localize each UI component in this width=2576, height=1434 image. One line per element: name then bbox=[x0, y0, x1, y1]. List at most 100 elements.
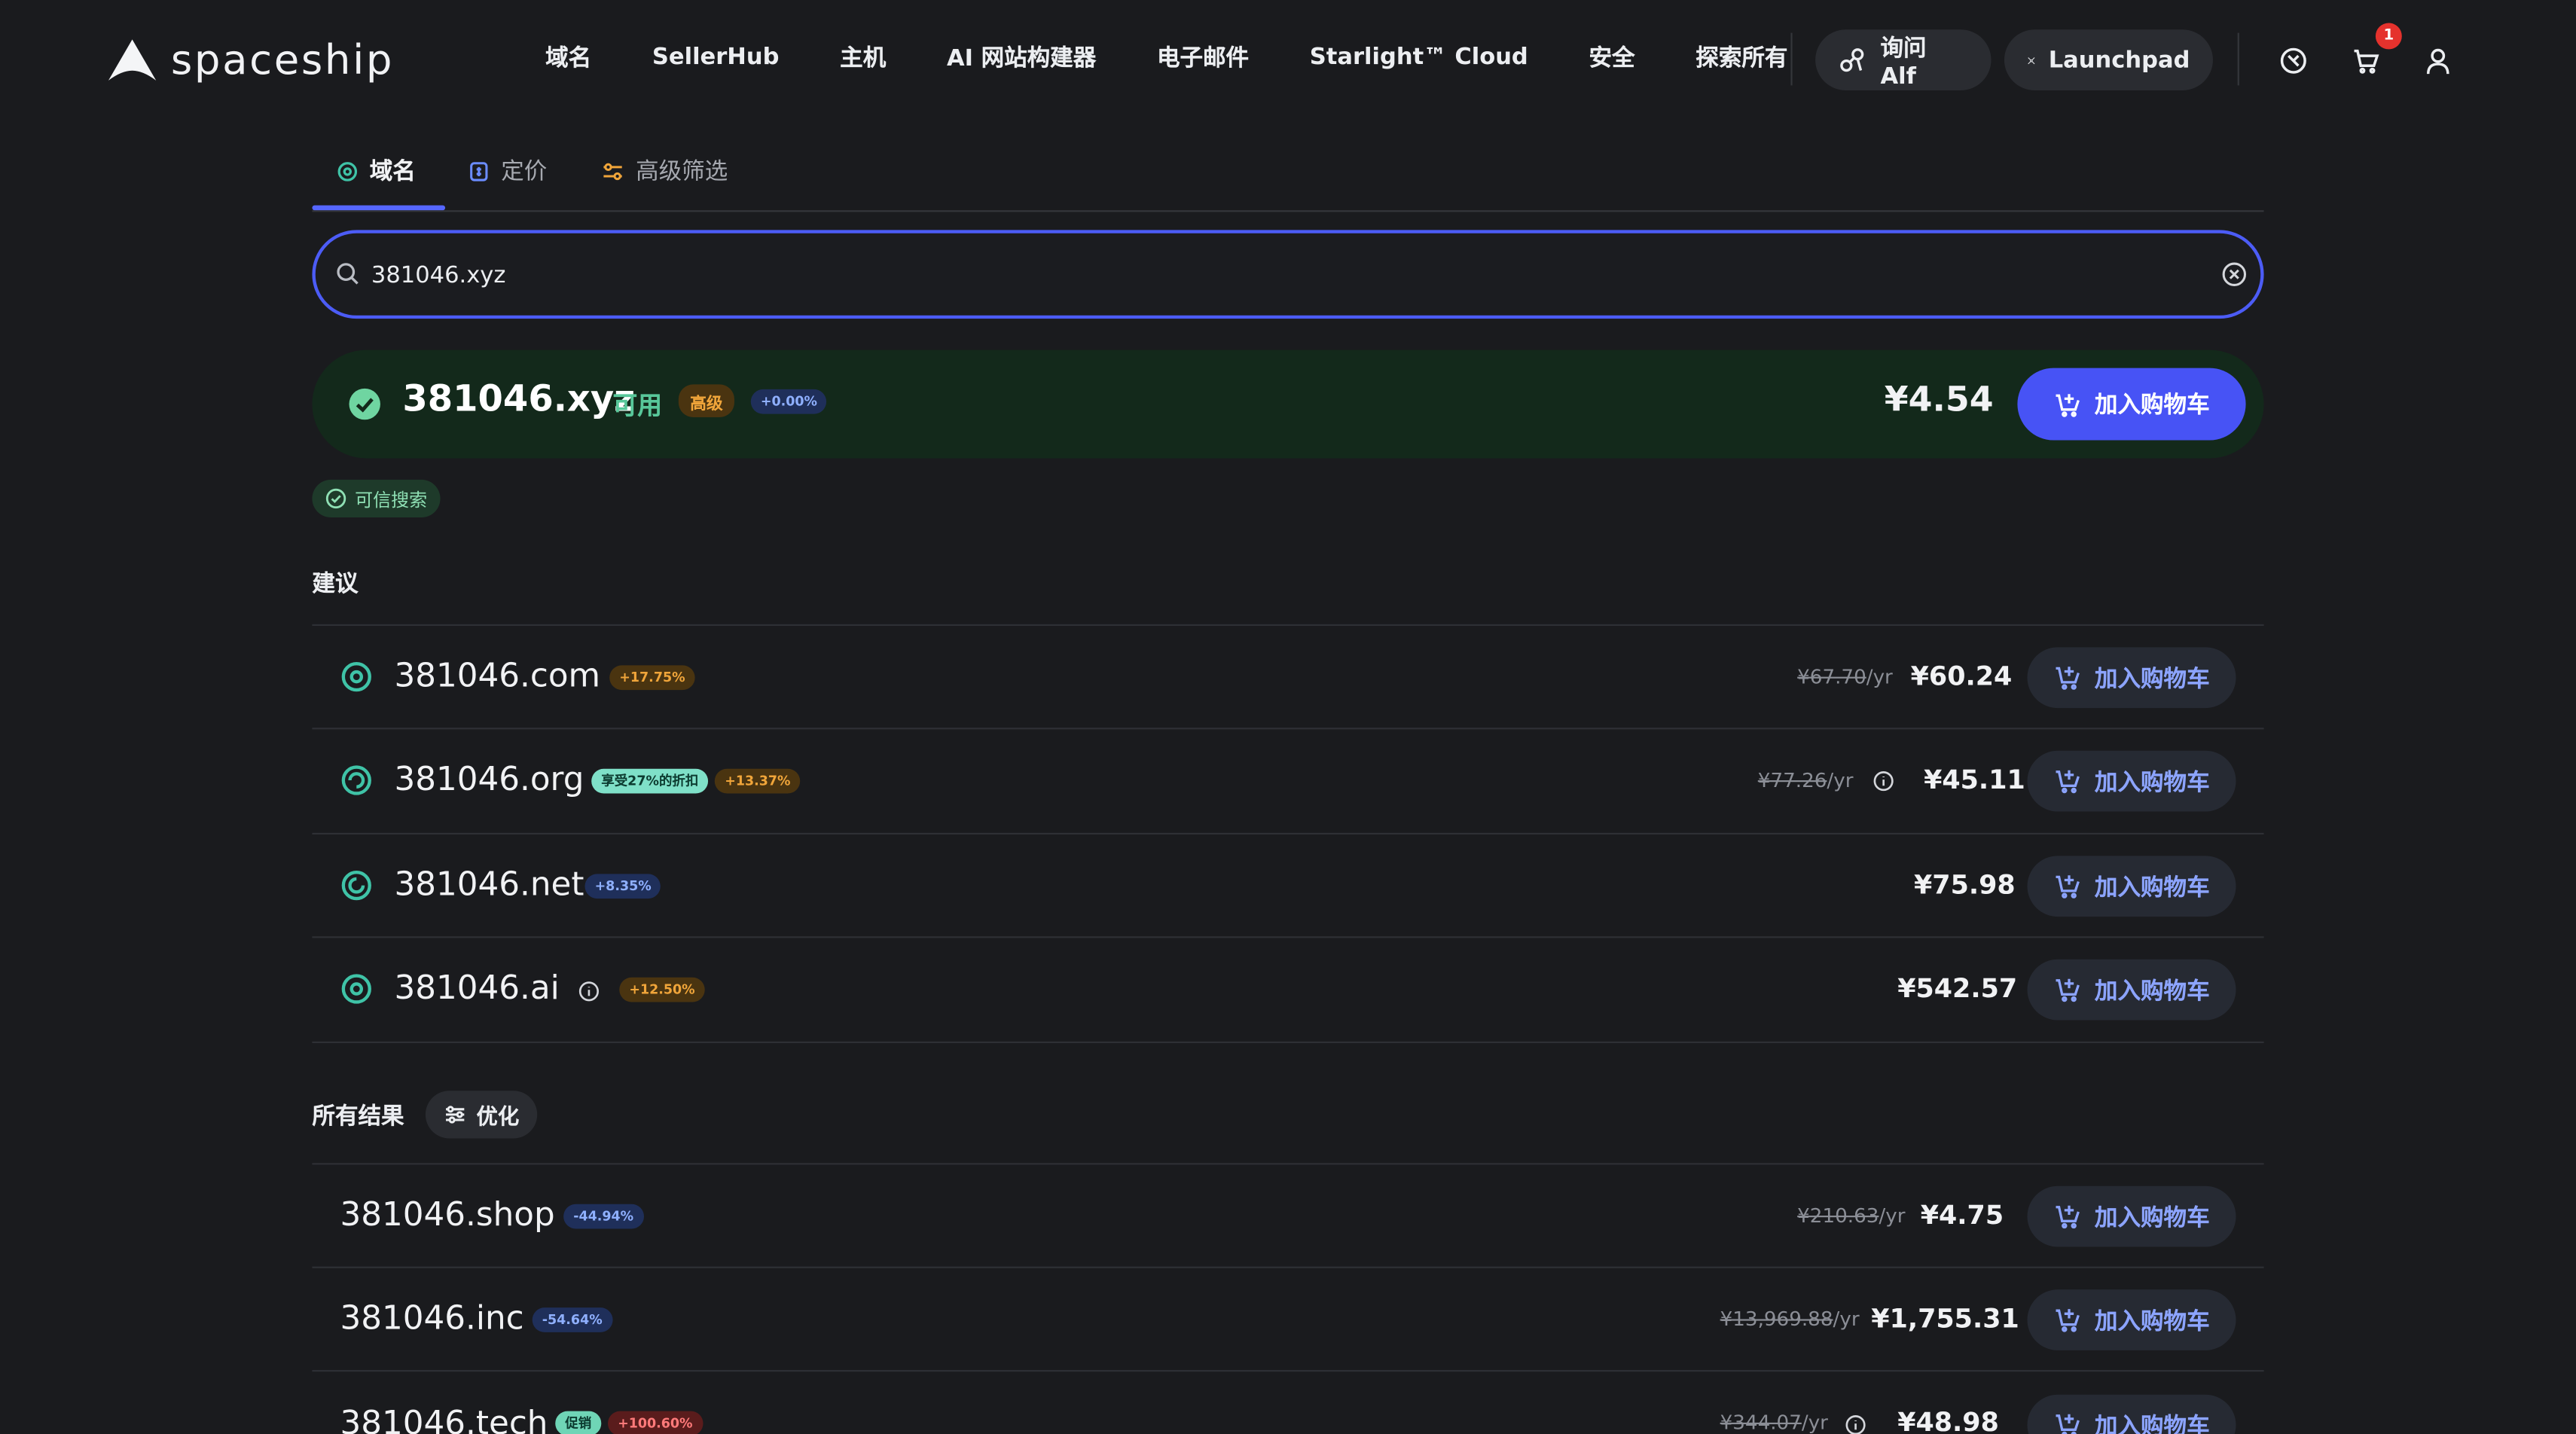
suggestion-domain[interactable]: 381046.ai bbox=[394, 968, 559, 1007]
ask-alf-button[interactable]: 询问 Alf bbox=[1815, 29, 1992, 90]
add-to-cart-button[interactable]: 加入购物车 bbox=[2017, 368, 2246, 441]
filter-sliders-icon bbox=[603, 162, 622, 180]
suggestion-domain[interactable]: 381046.org bbox=[394, 759, 584, 798]
price-change-badge: +0.00% bbox=[750, 389, 828, 414]
result-row: 381046.shop -44.94% ¥210.63/yr ¥4.75 加入购… bbox=[312, 1163, 2264, 1268]
add-to-cart-button[interactable]: 加入购物车 bbox=[2027, 1289, 2236, 1350]
tab-domains[interactable]: 域名 bbox=[337, 154, 416, 188]
result-domain[interactable]: 381046.tech bbox=[340, 1403, 548, 1434]
org-swirl-icon bbox=[341, 765, 371, 795]
nav-item-sellerhub[interactable]: SellerHub bbox=[652, 44, 780, 71]
info-icon[interactable] bbox=[578, 981, 600, 1002]
availability-status: 可用 bbox=[612, 391, 663, 421]
add-to-cart-button[interactable]: 加入购物车 bbox=[2027, 750, 2236, 812]
clear-search-icon[interactable] bbox=[2221, 261, 2248, 288]
add-cart-icon bbox=[2056, 1205, 2080, 1229]
sale-price: ¥75.98 bbox=[1914, 868, 2016, 901]
cart-button[interactable] bbox=[2348, 43, 2384, 79]
suggestion-row: 381046.com +17.75% ¥67.70/yr ¥60.24 加入购物… bbox=[312, 624, 2264, 730]
launchpad-button[interactable]: Launchpad bbox=[2004, 29, 2213, 90]
domain-search-input[interactable] bbox=[368, 233, 2182, 319]
sale-price: ¥60.24 bbox=[1910, 660, 2013, 692]
trusted-search-label: 可信搜索 bbox=[355, 488, 428, 511]
discount-badge: 享受27%的折扣 bbox=[591, 768, 709, 794]
nav-item-starlight[interactable]: Starlight™ Cloud bbox=[1310, 44, 1528, 71]
add-cart-icon bbox=[2056, 667, 2080, 690]
suggestions-title: 建议 bbox=[312, 572, 359, 598]
top-navigation: spaceship 域名 SellerHub 主机 AI 网站构建器 电子邮件 … bbox=[0, 0, 2576, 118]
nav-divider bbox=[2237, 32, 2239, 86]
result-domain[interactable]: 381046.shop bbox=[340, 1194, 554, 1234]
price-change-badge: -54.64% bbox=[532, 1307, 612, 1332]
nav-item-explore[interactable]: 探索所有 bbox=[1695, 41, 1787, 75]
trusted-search-badge[interactable]: 可信搜索 bbox=[312, 479, 441, 518]
add-cart-icon bbox=[2056, 1309, 2080, 1332]
search-icon bbox=[337, 263, 359, 285]
account-button[interactable] bbox=[2420, 43, 2456, 79]
launchpad-label: Launchpad bbox=[2048, 47, 2190, 74]
refine-label: 优化 bbox=[476, 1105, 520, 1130]
user-icon bbox=[2426, 48, 2449, 75]
exact-match-domain: 381046.xyz bbox=[402, 379, 636, 421]
tab-label: 域名 bbox=[369, 159, 416, 186]
add-to-cart-button[interactable]: 加入购物车 bbox=[2027, 1185, 2236, 1247]
add-to-cart-label: 加入购物车 bbox=[2094, 1308, 2210, 1335]
nav-item-email[interactable]: 电子邮件 bbox=[1157, 41, 1249, 75]
price-change-badge: +17.75% bbox=[609, 665, 695, 691]
nav-item-ai-builder[interactable]: AI 网站构建器 bbox=[947, 41, 1096, 75]
add-to-cart-button[interactable]: 加入购物车 bbox=[2027, 1394, 2236, 1434]
price-change-badge: +12.50% bbox=[619, 977, 705, 1002]
original-price: ¥77.26/yr bbox=[1757, 768, 1854, 792]
original-price: ¥13,969.88/yr bbox=[1720, 1307, 1860, 1331]
sliders-icon bbox=[446, 1106, 465, 1124]
add-to-cart-label: 加入购物车 bbox=[2094, 769, 2210, 796]
add-to-cart-label: 加入购物车 bbox=[2094, 1413, 2210, 1434]
tab-label: 高级筛选 bbox=[636, 159, 728, 186]
refine-button[interactable]: 优化 bbox=[425, 1091, 538, 1139]
spaceship-logo[interactable]: spaceship bbox=[107, 36, 394, 84]
result-row: 381046.tech 促销 +100.60% ¥344.07/yr ¥48.9… bbox=[312, 1370, 2264, 1434]
trusted-check-icon bbox=[325, 488, 346, 509]
suggestion-domain[interactable]: 381046.net bbox=[394, 864, 584, 903]
main-nav: 域名 SellerHub 主机 AI 网站构建器 电子邮件 Starlight™… bbox=[545, 41, 1848, 75]
original-price: ¥344.07/yr bbox=[1720, 1411, 1828, 1434]
sale-price: ¥45.11 bbox=[1924, 764, 2025, 795]
nav-item-security[interactable]: 安全 bbox=[1589, 41, 1635, 75]
suggestion-domain[interactable]: 381046.com bbox=[394, 655, 600, 694]
nav-item-domains[interactable]: 域名 bbox=[545, 41, 591, 75]
info-icon[interactable] bbox=[1872, 770, 1894, 792]
original-price: ¥67.70/yr bbox=[1797, 665, 1893, 688]
info-icon[interactable] bbox=[1845, 1414, 1866, 1434]
all-results-title: 所有结果 bbox=[312, 1103, 404, 1130]
price-change-badge: +100.60% bbox=[608, 1411, 703, 1434]
result-row: 381046.inc -54.64% ¥13,969.88/yr ¥1,755.… bbox=[312, 1266, 2264, 1372]
result-domain[interactable]: 381046.inc bbox=[340, 1298, 523, 1337]
add-cart-icon bbox=[2056, 770, 2080, 794]
target-icon bbox=[341, 974, 371, 1004]
original-price: ¥210.63/yr bbox=[1797, 1204, 1906, 1228]
cart-count-badge: 1 bbox=[2375, 23, 2402, 50]
suggestion-row: 381046.net +8.35% ¥75.98 加入购物车 bbox=[312, 832, 2264, 938]
sale-price: ¥1,755.31 bbox=[1871, 1302, 2019, 1335]
add-to-cart-label: 加入购物车 bbox=[2094, 874, 2210, 902]
add-to-cart-label: 加入购物车 bbox=[2094, 1204, 2210, 1231]
nav-item-hosting[interactable]: 主机 bbox=[840, 41, 886, 75]
tab-advanced-filter[interactable]: 高级筛选 bbox=[601, 154, 728, 188]
suggestion-row: 381046.ai +12.50% ¥542.57 加入购物车 bbox=[312, 936, 2264, 1044]
tab-pricing[interactable]: 定价 bbox=[469, 154, 547, 188]
price-change-badge: +13.37% bbox=[715, 768, 801, 794]
add-to-cart-button[interactable]: 加入购物车 bbox=[2027, 959, 2236, 1021]
add-to-cart-label: 加入购物车 bbox=[2094, 392, 2210, 420]
search-tabs: 域名 定价 高级筛选 bbox=[312, 142, 2264, 212]
active-tab-indicator bbox=[312, 205, 446, 211]
add-cart-icon bbox=[2056, 978, 2080, 1002]
cart-icon bbox=[2354, 49, 2379, 74]
add-to-cart-button[interactable]: 加入购物车 bbox=[2027, 856, 2236, 917]
rocket-logo-icon bbox=[108, 38, 157, 80]
sale-price: ¥542.57 bbox=[1897, 972, 2018, 1004]
add-to-cart-label: 加入购物车 bbox=[2094, 978, 2210, 1005]
price-change-badge: +8.35% bbox=[584, 874, 661, 899]
exact-match-price: ¥4.54 bbox=[1884, 379, 1994, 420]
currency-button[interactable] bbox=[2275, 43, 2312, 79]
add-to-cart-button[interactable]: 加入购物车 bbox=[2027, 647, 2236, 709]
